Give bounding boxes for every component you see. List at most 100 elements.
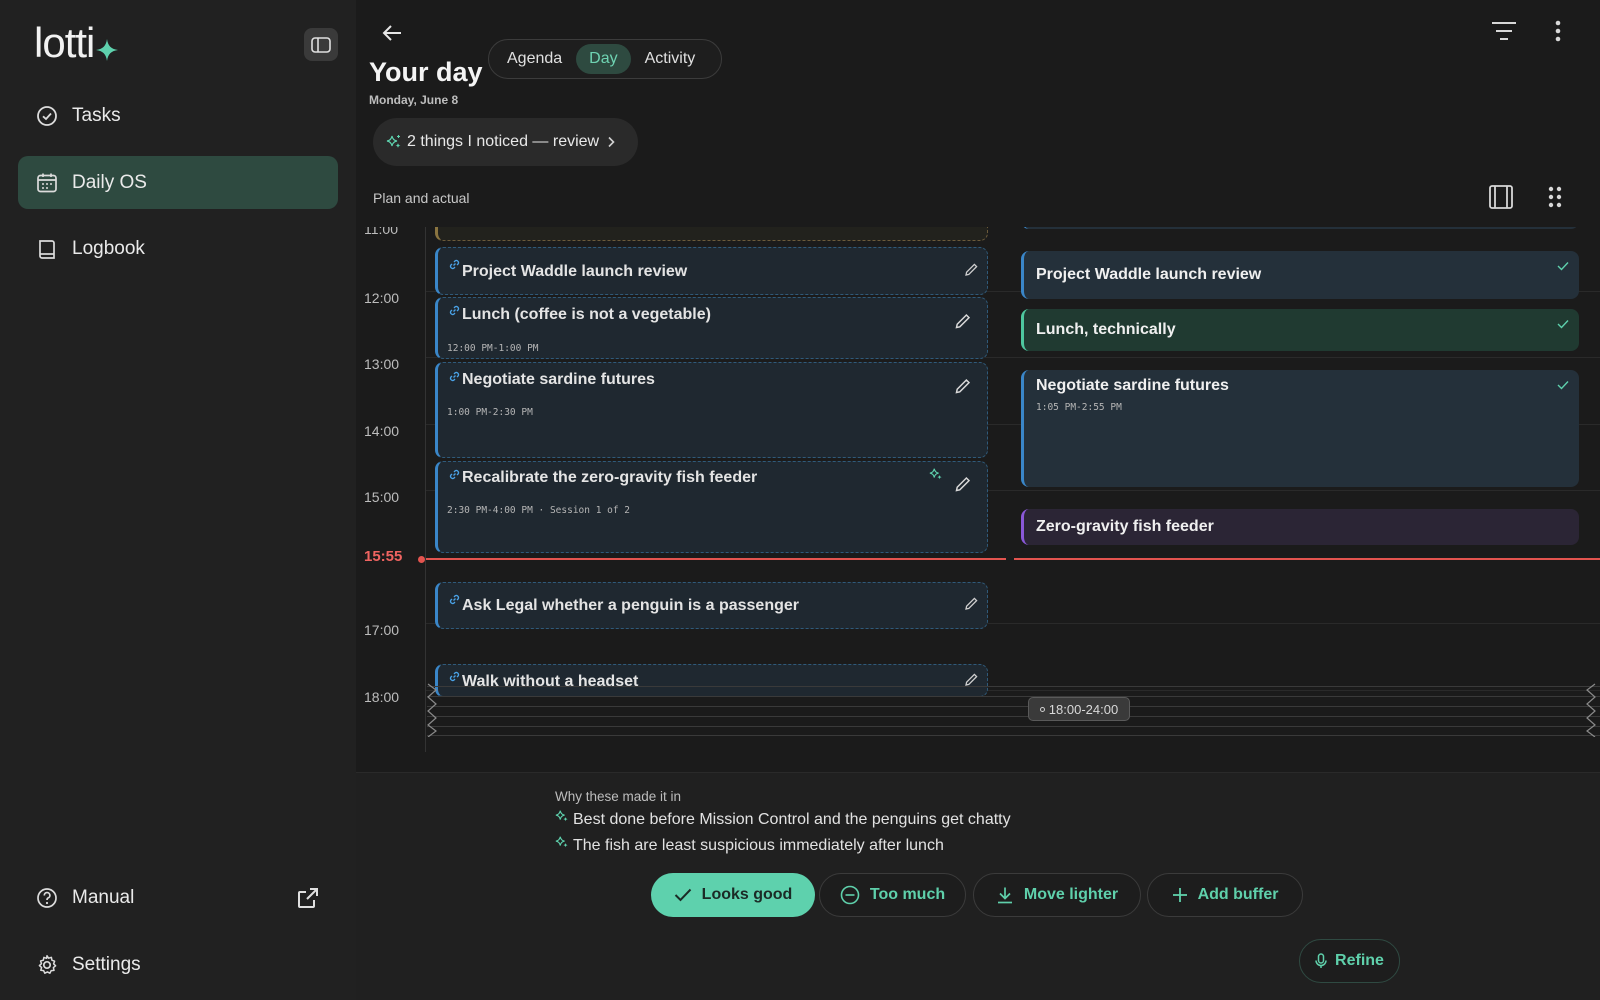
arrow-left-icon (382, 24, 402, 42)
plan-block-time: 2:30 PM-4:00 PM · Session 1 of 2 (447, 505, 631, 516)
actual-block[interactable]: Negotiate sardine futures 1:05 PM-2:55 P… (1021, 370, 1579, 487)
split-view-icon[interactable] (1488, 184, 1514, 210)
pencil-icon[interactable] (954, 377, 972, 395)
sparkle-icon (929, 467, 943, 481)
actual-block-title: Zero-gravity fish feeder (1036, 518, 1214, 535)
link-icon (448, 258, 461, 271)
looks-good-button[interactable]: Looks good (651, 873, 815, 917)
too-much-button[interactable]: Too much (819, 873, 966, 917)
sidebar-item-label: Daily OS (72, 171, 147, 193)
plan-block[interactable]: Project Waddle launch review (435, 247, 988, 295)
minus-circle-icon (840, 885, 860, 905)
logo-text: lotti (34, 19, 95, 66)
plan-block-title: Ask Legal whether a penguin is a passeng… (462, 597, 799, 614)
more-vertical-icon[interactable] (1554, 18, 1562, 44)
current-time-label: 15:55 (364, 548, 403, 565)
expand-range-chip[interactable]: 18:00-24:00 (1028, 697, 1130, 721)
current-time-line (1014, 558, 1600, 560)
current-time-line (426, 558, 1006, 560)
check-icon (1557, 319, 1569, 329)
plan-block[interactable]: Lunch (coffee is not a vegetable) 12:00 … (435, 297, 988, 359)
plus-icon (1172, 887, 1188, 903)
gear-icon (36, 954, 58, 976)
sidebar: lotti Tasks Daily OS Logbook Manual Sett… (0, 0, 356, 1000)
insights-review-label: 2 things I noticed — review (407, 133, 600, 150)
check-icon (1557, 261, 1569, 271)
plan-block-time: 12:00 PM-1:00 PM (447, 343, 539, 354)
pencil-icon[interactable] (964, 262, 979, 277)
link-icon (448, 370, 461, 383)
sparkle-icon (386, 134, 402, 150)
sparkle-icon (555, 835, 569, 849)
check-circle-icon (36, 105, 58, 127)
sidebar-toggle-button[interactable] (304, 28, 338, 61)
sidebar-item-manual[interactable]: Manual (18, 871, 338, 924)
plan-block[interactable]: Negotiate sardine futures 1:00 PM-2:30 P… (435, 362, 988, 458)
hour-label: 15:00 (364, 489, 400, 505)
link-icon (448, 593, 461, 606)
link-icon (448, 670, 461, 683)
collapsed-stripe (427, 716, 1600, 717)
hour-label: 18:00 (364, 689, 400, 705)
check-icon (674, 888, 692, 902)
section-label: Plan and actual (373, 190, 470, 206)
actual-block-time: 1:05 PM-2:55 PM (1036, 402, 1122, 413)
check-icon (1557, 380, 1569, 390)
tab-agenda[interactable]: Agenda (493, 44, 576, 74)
plan-block-title: Negotiate sardine futures (462, 371, 655, 388)
plan-block-previous[interactable] (435, 227, 988, 241)
app-logo: lotti (34, 22, 119, 64)
back-button[interactable] (378, 20, 406, 46)
calendar-icon (36, 172, 58, 194)
collapsed-hours-area[interactable]: 18:00-24:00 (427, 683, 1600, 738)
reason-item: Best done before Mission Control and the… (555, 809, 1011, 829)
sidebar-item-label: Settings (72, 953, 141, 975)
insights-review-chip[interactable]: 2 things I noticed — review (373, 118, 638, 166)
zigzag-right-icon (1586, 683, 1596, 737)
main-content: Your day Monday, June 8 Agenda Day Activ… (356, 0, 1600, 1000)
plan-block-title: Recalibrate the zero-gravity fish feeder (462, 469, 758, 486)
move-lighter-button[interactable]: Move lighter (973, 873, 1141, 917)
reason-item: The fish are least suspicious immediatel… (555, 835, 944, 855)
actual-block-previous[interactable] (1021, 227, 1579, 229)
pencil-icon[interactable] (954, 312, 972, 330)
pencil-icon[interactable] (964, 596, 979, 611)
hour-label: 12:00 (364, 290, 400, 306)
sidebar-item-logbook[interactable]: Logbook (18, 222, 338, 275)
looks-good-label: Looks good (701, 886, 793, 903)
sidebar-item-daily-os[interactable]: Daily OS (18, 156, 338, 209)
actual-block[interactable]: Project Waddle launch review (1021, 251, 1579, 299)
collapsed-stripe (427, 686, 1600, 687)
tab-day[interactable]: Day (576, 44, 631, 74)
plan-block[interactable]: Recalibrate the zero-gravity fish feeder… (435, 461, 988, 553)
hour-label: 11:00 (364, 227, 398, 237)
move-lighter-label: Move lighter (1023, 886, 1119, 903)
sidebar-item-label: Manual (72, 886, 135, 908)
grid-dots-icon[interactable] (1548, 186, 1562, 208)
hour-label: 13:00 (364, 356, 400, 372)
sidebar-item-settings[interactable]: Settings (18, 938, 338, 991)
chevron-right-icon (607, 136, 615, 148)
sidebar-item-label: Logbook (72, 237, 145, 259)
sidebar-panel-icon (311, 36, 331, 53)
page-date: Monday, June 8 (369, 93, 459, 107)
plan-block-title: Project Waddle launch review (462, 263, 688, 280)
refine-button[interactable]: Refine (1299, 939, 1400, 983)
external-link-icon[interactable] (296, 886, 320, 910)
link-icon (448, 468, 461, 481)
plan-block[interactable]: Ask Legal whether a penguin is a passeng… (435, 582, 988, 629)
view-segmented-control: Agenda Day Activity (488, 39, 722, 79)
sidebar-item-tasks[interactable]: Tasks (18, 89, 338, 142)
expand-icon (1039, 706, 1045, 712)
tab-activity[interactable]: Activity (631, 44, 710, 74)
pencil-icon[interactable] (954, 475, 972, 493)
add-buffer-label: Add buffer (1197, 886, 1279, 903)
filter-icon[interactable] (1490, 18, 1518, 44)
collapsed-stripe (427, 726, 1600, 727)
plan-review-panel: Why these made it in Best done before Mi… (356, 772, 1600, 1000)
actual-block[interactable]: Zero-gravity fish feeder (1021, 509, 1579, 545)
collapsed-stripe (427, 696, 1600, 697)
current-time-dot (418, 556, 425, 563)
actual-block[interactable]: Lunch, technically (1021, 309, 1579, 351)
add-buffer-button[interactable]: Add buffer (1147, 873, 1303, 917)
